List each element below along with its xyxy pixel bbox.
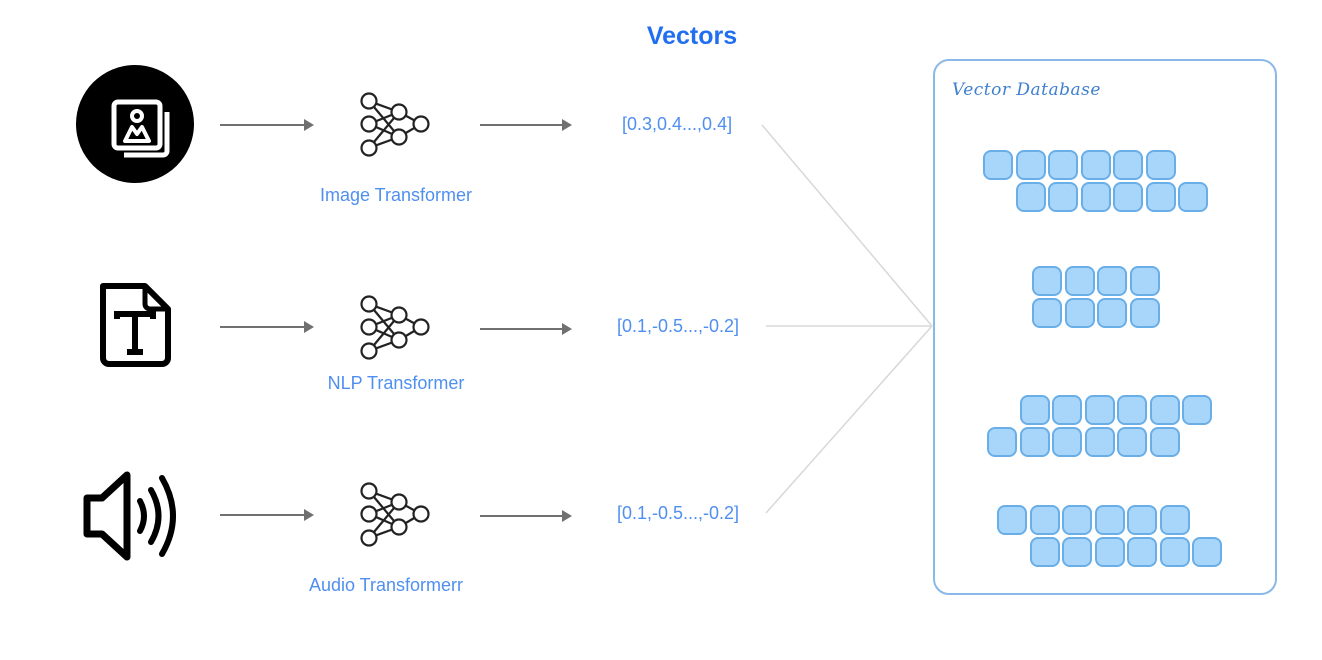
vector-cell: [1080, 182, 1111, 212]
arrow-to-image-vector: [480, 119, 572, 131]
vector-cell: [1117, 395, 1147, 425]
vector-output-image: [0.3,0.4...,0.4]: [622, 114, 733, 134]
vector-cell: [1129, 298, 1160, 328]
model-label-audio: Audio Transformerr: [308, 575, 464, 595]
vector-cell: [1117, 427, 1147, 457]
arrow-to-nlp-vector: [480, 323, 572, 335]
vector-database-title: Vector Database: [952, 80, 1101, 100]
neural-network-icon: [355, 478, 435, 555]
vector-cell: [1192, 537, 1222, 567]
vector-cell: [997, 505, 1027, 535]
vector-cell: [983, 150, 1013, 180]
text-file-icon: [95, 280, 175, 375]
vector-cell: [1127, 537, 1157, 567]
arrow-to-image-transformer: [220, 119, 314, 131]
model-label-nlp: NLP Transformer: [327, 373, 465, 393]
vector-cell: [1094, 537, 1125, 567]
vector-cell: [1015, 182, 1046, 212]
vector-cell: [1084, 427, 1115, 457]
connector-line-audio: [765, 325, 933, 514]
vector-cell: [1029, 537, 1060, 567]
vector-output-audio: [0.1,-0.5...,-0.2]: [617, 503, 740, 523]
vector-cell: [1097, 266, 1127, 296]
vector-cell: [1064, 298, 1095, 328]
image-gallery-icon: [75, 64, 195, 184]
vector-cell: [1052, 427, 1082, 457]
vector-cell: [1094, 505, 1125, 535]
vector-cell: [1159, 505, 1190, 535]
vector-cell: [1127, 505, 1157, 535]
vector-cell: [1062, 537, 1092, 567]
vector-cell: [1048, 182, 1078, 212]
arrow-to-nlp-transformer: [220, 321, 314, 333]
vector-output-nlp: [0.1,-0.5...,-0.2]: [617, 316, 740, 336]
vector-cell: [1145, 182, 1176, 212]
vector-cell: [1062, 505, 1092, 535]
vector-cell: [1064, 266, 1095, 296]
vector-cell: [1032, 266, 1062, 296]
speaker-audio-icon: [80, 468, 190, 569]
arrow-to-audio-vector: [480, 510, 572, 522]
model-label-image: Image Transformer: [319, 185, 473, 205]
neural-network-icon: [355, 291, 435, 368]
vector-cell: [1113, 150, 1143, 180]
vector-cell: [1178, 182, 1208, 212]
vector-cell: [1019, 395, 1050, 425]
vector-cell: [1080, 150, 1111, 180]
neural-network-icon: [355, 88, 435, 165]
vector-cell: [1182, 395, 1212, 425]
vector-cell: [1149, 427, 1180, 457]
arrow-to-audio-transformer: [220, 509, 314, 521]
vector-cell: [1149, 395, 1180, 425]
vector-cell: [1084, 395, 1115, 425]
vector-cell: [1145, 150, 1176, 180]
connector-line-image: [761, 124, 933, 327]
vector-cell: [1015, 150, 1046, 180]
vector-cell: [1052, 395, 1082, 425]
vector-cell: [987, 427, 1017, 457]
vector-cell: [1019, 427, 1050, 457]
vector-cell: [1048, 150, 1078, 180]
vector-cell: [1129, 266, 1160, 296]
vector-cell: [1159, 537, 1190, 567]
vector-cell: [1029, 505, 1060, 535]
vector-cell: [1032, 298, 1062, 328]
vector-cell: [1097, 298, 1127, 328]
vector-cell: [1113, 182, 1143, 212]
